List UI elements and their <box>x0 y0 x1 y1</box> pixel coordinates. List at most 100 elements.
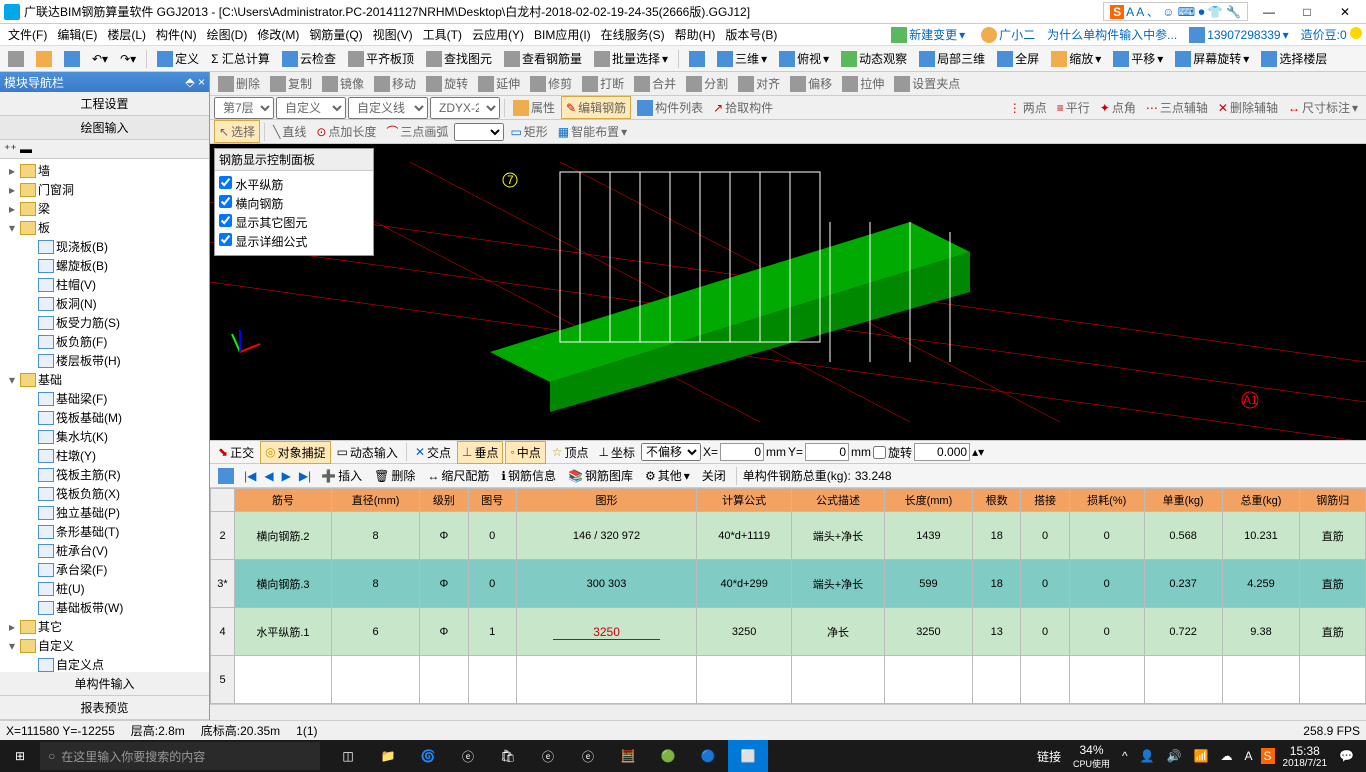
cortana-search[interactable]: ○ 在这里输入你要搜索的内容 <box>40 742 320 770</box>
clock[interactable]: 15:382018/7/21 <box>1279 744 1332 769</box>
tree-item[interactable]: 自定义点 <box>2 655 207 672</box>
nav-next[interactable]: ▶ <box>280 469 293 483</box>
menu-view[interactable]: 视图(V) <box>369 24 417 45</box>
top-view-button[interactable]: 俯视 ▾ <box>775 48 833 69</box>
tree-item[interactable]: 板受力筋(S) <box>2 313 207 332</box>
section-draw-input[interactable]: 绘图输入 <box>0 116 209 140</box>
menu-help[interactable]: 帮助(H) <box>671 24 720 45</box>
edit-拉伸[interactable]: 拉伸 <box>838 73 888 94</box>
vertex-snap[interactable]: ☆ 顶点 <box>548 442 593 463</box>
rebar-display-panel[interactable]: 钢筋显示控制面板 水平纵筋 横向钢筋 显示其它图元 显示详细公式 <box>214 148 374 256</box>
section-report-preview[interactable]: 报表预览 <box>0 696 209 720</box>
menu-file[interactable]: 文件(F) <box>4 24 51 45</box>
rotate-check[interactable] <box>873 446 886 459</box>
edit-复制[interactable]: 复制 <box>266 73 316 94</box>
maximize-button[interactable]: □ <box>1290 2 1324 22</box>
tray-up-icon[interactable]: ^ <box>1118 749 1132 763</box>
sum-button[interactable]: Σ 汇总计算 <box>207 48 274 69</box>
tree-item[interactable]: 板负筋(F) <box>2 332 207 351</box>
tray-ime-icon[interactable]: S <box>1261 748 1275 764</box>
snap-two-point[interactable]: ⋮两点 <box>1005 97 1051 118</box>
new-change-button[interactable]: 新建变更 ▾ <box>887 24 969 45</box>
tree-item[interactable]: ▾基础 <box>2 370 207 389</box>
tray-wifi-icon[interactable]: 📶 <box>1190 749 1213 763</box>
panel-check[interactable]: 横向钢筋 <box>219 194 369 213</box>
midpoint-snap[interactable]: ◦ 中点 <box>505 441 545 464</box>
arc-tool[interactable]: ⌒ 三点画弧 <box>382 121 452 142</box>
component-list-button[interactable]: 构件列表 <box>633 97 707 118</box>
app-icon-1[interactable]: 🌀 <box>408 740 448 772</box>
table-toggle[interactable] <box>214 466 238 486</box>
smart-layout-button[interactable]: ▦ 智能布置 ▾ <box>554 121 631 142</box>
edit-偏移[interactable]: 偏移 <box>786 73 836 94</box>
perpendicular-snap[interactable]: ⊥ 垂点 <box>457 441 503 464</box>
select-floor-button[interactable]: 选择楼层 <box>1257 48 1331 69</box>
tree-item[interactable]: 独立基础(P) <box>2 503 207 522</box>
nav-first[interactable]: |◀ <box>242 469 258 483</box>
edit-删除[interactable]: 删除 <box>214 73 264 94</box>
360-icon[interactable]: 🟢 <box>648 740 688 772</box>
notification-icon[interactable]: 💬 <box>1335 749 1358 763</box>
menu-edit[interactable]: 编辑(E) <box>53 24 101 45</box>
tree-item[interactable]: 筏板基础(M) <box>2 408 207 427</box>
ime-toolbar[interactable]: S A A 、 ☺ ⌨ ⏺ 👕 🔧 <box>1103 2 1248 21</box>
menu-online[interactable]: 在线服务(S) <box>597 24 669 45</box>
snap-point-angle[interactable]: ✦点角 <box>1096 97 1140 118</box>
tree-item[interactable]: 柱帽(V) <box>2 275 207 294</box>
cloud-check-button[interactable]: 云检查 <box>278 48 340 69</box>
horizontal-scrollbar[interactable] <box>210 704 1366 720</box>
category-select[interactable]: 自定义 <box>276 97 346 119</box>
undo-button[interactable]: ↶▾ <box>88 50 112 68</box>
delete-row-button[interactable]: 🗑删除 <box>370 465 419 486</box>
osnap-button[interactable]: ◎ 对象捕捉 <box>260 441 331 464</box>
other-button[interactable]: ⚙其他 ▾ <box>641 465 694 486</box>
edit-合并[interactable]: 合并 <box>630 73 680 94</box>
rebar-info-button[interactable]: ℹ钢筋信息 <box>497 465 560 486</box>
edit-分割[interactable]: 分割 <box>682 73 732 94</box>
batch-select-button[interactable]: 批量选择 ▾ <box>590 48 672 69</box>
scale-rebar-button[interactable]: ↔缩尺配筋 <box>423 465 493 486</box>
define-button[interactable]: 定义 <box>153 48 203 69</box>
table-row[interactable]: 4水平纵筋.16Φ132503250净长325013000.7229.38直筋 <box>211 608 1366 656</box>
calc-icon[interactable]: 🧮 <box>608 740 648 772</box>
tray-volume-icon[interactable]: 🔊 <box>1163 749 1186 763</box>
table-row[interactable]: 5 <box>211 656 1366 704</box>
col-header[interactable]: 级别 <box>420 489 468 512</box>
rotate-input[interactable] <box>914 443 970 461</box>
tree-item[interactable]: 柱墩(Y) <box>2 446 207 465</box>
col-header[interactable]: 公式描述 <box>792 489 885 512</box>
dynamic-input-button[interactable]: ▭ 动态输入 <box>333 442 402 463</box>
tray-a-icon[interactable]: A <box>1241 749 1257 763</box>
tree-item[interactable]: ▸梁 <box>2 199 207 218</box>
new-file-button[interactable] <box>4 49 28 69</box>
screen-rotate-button[interactable]: 屏幕旋转 ▾ <box>1171 48 1253 69</box>
edit-对齐[interactable]: 对齐 <box>734 73 784 94</box>
section-project-settings[interactable]: 工程设置 <box>0 92 209 116</box>
3d-button[interactable]: 三维 ▾ <box>713 48 771 69</box>
edit-打断[interactable]: 打断 <box>578 73 628 94</box>
tray-people-icon[interactable]: 👤 <box>1136 749 1159 763</box>
tree-item[interactable]: 条形基础(T) <box>2 522 207 541</box>
tree-item[interactable]: 筏板主筋(R) <box>2 465 207 484</box>
tree-item[interactable]: 集水坑(K) <box>2 427 207 446</box>
sidebar-close-icon[interactable]: × <box>198 75 205 89</box>
x-input[interactable] <box>720 443 764 461</box>
line-tool[interactable]: ╲ 直线 <box>269 121 310 142</box>
tree-item[interactable]: ▸其它 <box>2 617 207 636</box>
tree-item[interactable]: 板洞(N) <box>2 294 207 313</box>
edge2-icon[interactable]: ⓔ <box>528 740 568 772</box>
close-button[interactable]: ✕ <box>1328 2 1362 22</box>
property-button[interactable]: 属性 <box>509 97 559 118</box>
tree-item[interactable]: 基础梁(F) <box>2 389 207 408</box>
menu-rebar[interactable]: 钢筋量(Q) <box>305 24 366 45</box>
rect-tool[interactable]: ▭ 矩形 <box>506 121 551 142</box>
edit-旋转[interactable]: 旋转 <box>422 73 472 94</box>
menu-modify[interactable]: 修改(M) <box>253 24 303 45</box>
nav-prev[interactable]: ◀ <box>262 469 275 483</box>
col-header[interactable]: 根数 <box>973 489 1021 512</box>
code-select[interactable]: ZDYX-21 <box>430 97 500 119</box>
tree-item[interactable]: ▾自定义 <box>2 636 207 655</box>
col-header[interactable]: 图形 <box>516 489 696 512</box>
tree-item[interactable]: ▾板 <box>2 218 207 237</box>
tree-item[interactable]: 承台梁(F) <box>2 560 207 579</box>
